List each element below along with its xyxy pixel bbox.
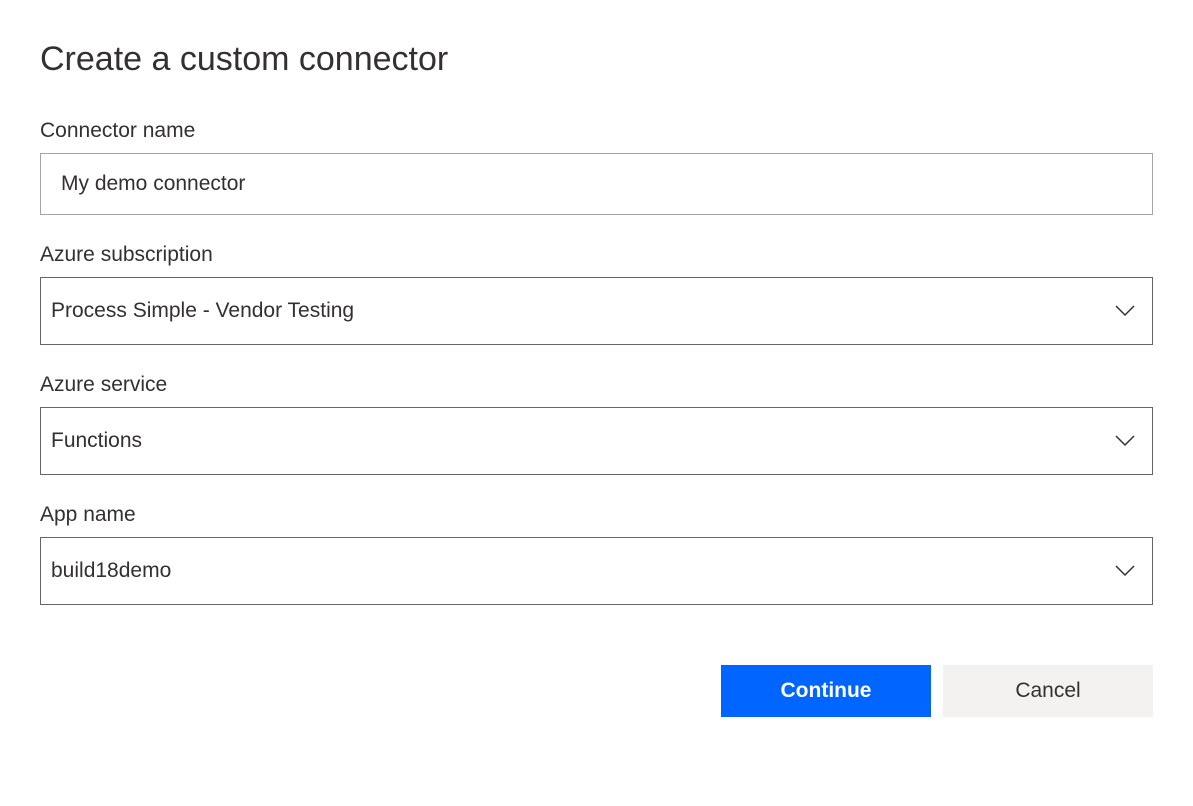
button-row: Continue Cancel xyxy=(40,665,1153,717)
app-name-value: build18demo xyxy=(51,559,171,583)
cancel-button[interactable]: Cancel xyxy=(943,665,1153,717)
azure-service-value: Functions xyxy=(51,429,142,453)
app-name-label: App name xyxy=(40,503,1153,527)
azure-subscription-label: Azure subscription xyxy=(40,243,1153,267)
azure-service-select[interactable]: Functions xyxy=(40,407,1153,475)
connector-name-group: Connector name xyxy=(40,119,1153,215)
dialog-title: Create a custom connector xyxy=(40,40,1153,79)
continue-button[interactable]: Continue xyxy=(721,665,931,717)
connector-name-input[interactable] xyxy=(40,153,1153,215)
app-name-select[interactable]: build18demo xyxy=(40,537,1153,605)
azure-service-group: Azure service Functions xyxy=(40,373,1153,475)
azure-subscription-select[interactable]: Process Simple - Vendor Testing xyxy=(40,277,1153,345)
app-name-select-wrapper: build18demo xyxy=(40,537,1153,605)
azure-subscription-value: Process Simple - Vendor Testing xyxy=(51,299,354,323)
azure-subscription-group: Azure subscription Process Simple - Vend… xyxy=(40,243,1153,345)
azure-service-label: Azure service xyxy=(40,373,1153,397)
azure-service-select-wrapper: Functions xyxy=(40,407,1153,475)
connector-name-label: Connector name xyxy=(40,119,1153,143)
azure-subscription-select-wrapper: Process Simple - Vendor Testing xyxy=(40,277,1153,345)
app-name-group: App name build18demo xyxy=(40,503,1153,605)
